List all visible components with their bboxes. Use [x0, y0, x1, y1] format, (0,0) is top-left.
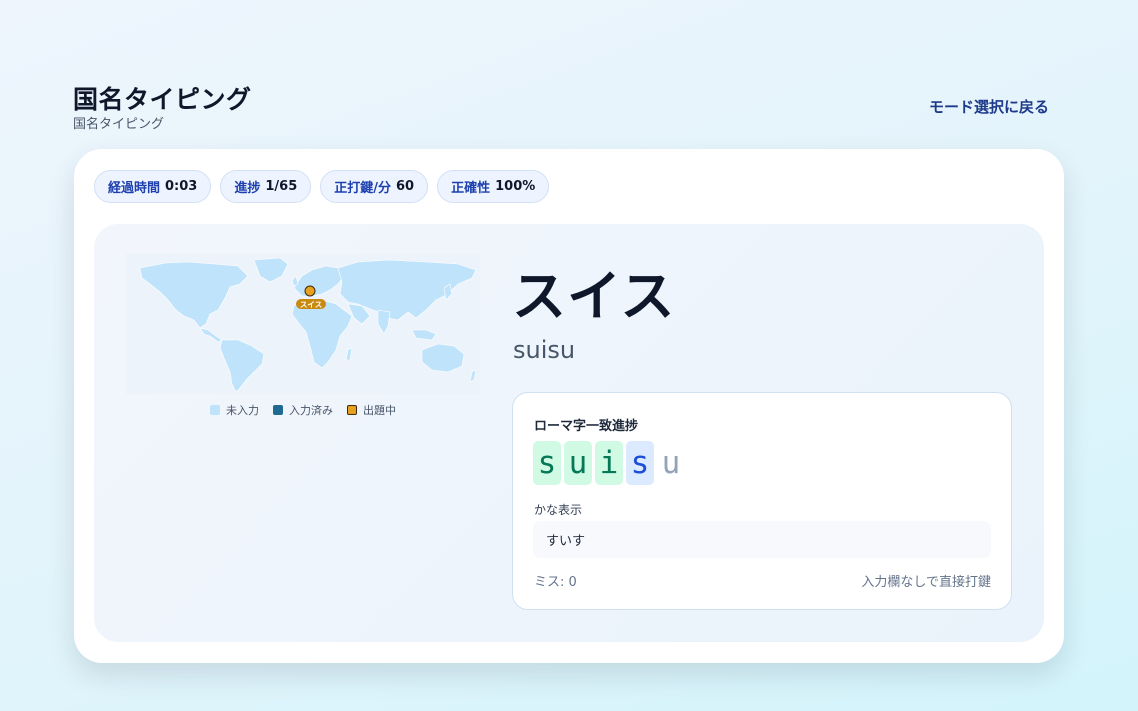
input-hint: 入力欄なしで直接打鍵 [861, 575, 991, 590]
game-card: 経過時間 0:03 進捗 1/65 正打鍵/分 60 正確性 100% スイス … [74, 149, 1064, 663]
page-subtitle: 国名タイピング [73, 117, 165, 132]
romaji-char-current: s [626, 441, 654, 485]
romaji-char-typed: u [564, 441, 592, 485]
legend-label: 入力済み [289, 404, 333, 417]
stat-label: 進捗 [234, 181, 261, 196]
stat-accuracy: 正確性 100% [437, 170, 550, 203]
legend-item-current: 出題中 [347, 402, 396, 418]
country-name: スイス [512, 265, 676, 328]
romaji-char-typed: s [533, 441, 561, 485]
legend-swatch [210, 405, 220, 415]
stat-value: 60 [396, 179, 415, 194]
marker-dot [304, 285, 316, 297]
stats-bar: 経過時間 0:03 進捗 1/65 正打鍵/分 60 正確性 100% [94, 170, 550, 203]
romaji-progress-panel: ローマ字一致進捗 s u i s u かな表示 すいす ミス: 0 入力欄なしで… [512, 392, 1012, 610]
miss-count: ミス: 0 [534, 575, 577, 590]
world-map: スイス [126, 254, 480, 394]
stat-keys-per-minute: 正打鍵/分 60 [320, 170, 429, 203]
marker-label: スイス [300, 300, 322, 309]
legend-swatch [347, 405, 357, 415]
stat-label: 正確性 [451, 181, 491, 196]
page-header: 国名タイピング 国名タイピング モード選択に戻る [73, 80, 1065, 132]
question-panel: スイス 未入力 入力済み 出題中 スイス suisu ローマ字一致進捗 s u [94, 224, 1044, 642]
stat-progress: 進捗 1/65 [220, 170, 312, 203]
kana-display: すいす [533, 521, 991, 558]
stat-value: 100% [495, 179, 536, 194]
legend-item-entered: 入力済み [273, 402, 333, 418]
back-to-mode-select-link[interactable]: モード選択に戻る [929, 96, 1049, 117]
stat-value: 0:03 [165, 179, 198, 194]
map-legend: 未入力 入力済み 出題中 [210, 402, 396, 418]
stat-elapsed-time: 経過時間 0:03 [94, 170, 212, 203]
page-title: 国名タイピング [73, 85, 252, 114]
romaji-char-track: s u i s u [533, 441, 685, 485]
romaji-char-pending: u [661, 445, 681, 481]
progress-title: ローマ字一致進捗 [534, 419, 639, 434]
legend-swatch [273, 405, 283, 415]
romaji-reading: suisu [513, 336, 576, 364]
legend-label: 出題中 [363, 404, 396, 417]
legend-label: 未入力 [226, 404, 259, 417]
legend-item-unentered: 未入力 [210, 402, 259, 418]
stat-value: 1/65 [265, 179, 298, 194]
romaji-char-typed: i [595, 441, 623, 485]
stat-label: 正打鍵/分 [334, 181, 392, 196]
kana-label: かな表示 [534, 503, 583, 517]
stat-label: 経過時間 [108, 181, 161, 196]
